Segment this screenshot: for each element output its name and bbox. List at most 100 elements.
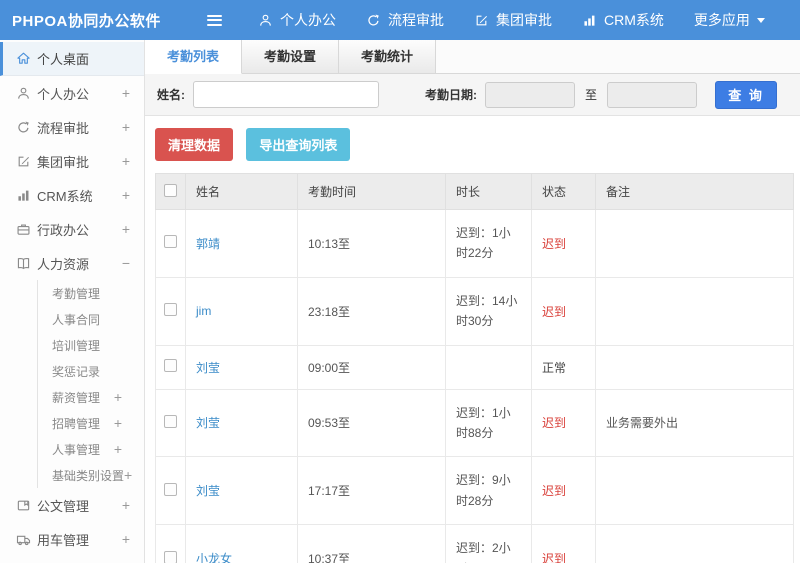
export-list-button[interactable]: 导出查询列表	[246, 128, 351, 161]
attendance-time-cell: 17:17至	[297, 456, 446, 526]
employee-name-link[interactable]: 刘莹	[196, 484, 220, 498]
remark-cell	[595, 209, 794, 278]
app-window: PHPOA协同办公软件 个人办公 流程审批 集团审批 CRM系统 更多应用 个人…	[0, 0, 800, 563]
date-to-input[interactable]	[607, 81, 698, 108]
expander-icon[interactable]: +	[124, 468, 132, 482]
sidebar-item[interactable]: 考勤管理	[37, 280, 144, 306]
row-checkbox[interactable]	[164, 303, 177, 317]
sidebar-item-label: 用车管理	[37, 532, 90, 548]
chart-icon	[16, 188, 37, 203]
remark-cell	[595, 344, 794, 390]
sidebar-item[interactable]: 基础类别设置 +	[37, 462, 144, 488]
sidebar-item[interactable]: 个人办公 +	[0, 76, 144, 110]
expander-icon[interactable]: +	[122, 498, 130, 512]
expander-icon[interactable]: −	[122, 256, 130, 270]
top-menu-item[interactable]: 个人办公	[258, 10, 336, 30]
sidebar-item[interactable]: 用车管理 +	[0, 522, 144, 556]
tab-label: 考勤设置	[264, 49, 317, 64]
expander-icon[interactable]: +	[114, 390, 122, 404]
expander-icon[interactable]: +	[114, 442, 122, 456]
status-text: 迟到	[542, 236, 567, 251]
attendance-table: 姓名 考勤时间 时长 状态 备注 郭靖 10:13至 迟到：1小时22分 迟到 …	[155, 173, 794, 563]
doc-icon	[16, 498, 37, 513]
sidebar-item[interactable]: 人事合同	[37, 306, 144, 332]
sidebar-item-label: 人事合同	[52, 312, 101, 327]
row-checkbox[interactable]	[164, 414, 177, 428]
top-menu-item[interactable]: 流程审批	[366, 10, 444, 30]
top-menu: 个人办公 流程审批 集团审批 CRM系统 更多应用	[258, 10, 795, 30]
app-title: PHPOA协同办公软件	[12, 12, 161, 30]
column-header-time: 考勤时间	[297, 173, 446, 210]
sidebar-item-label: 奖惩记录	[52, 364, 101, 379]
status-text: 正常	[542, 360, 567, 375]
column-header-status: 状态	[531, 173, 596, 210]
status-text: 迟到	[542, 484, 567, 499]
sidebar-item[interactable]: 招聘管理 +	[37, 410, 144, 436]
expander-icon[interactable]: +	[122, 532, 130, 546]
employee-name-link[interactable]: 刘莹	[196, 416, 220, 430]
date-from-input[interactable]	[485, 81, 575, 108]
chart-icon	[582, 13, 597, 28]
expander-icon[interactable]: +	[122, 188, 130, 202]
employee-name-link[interactable]: 小龙女	[196, 552, 232, 563]
attendance-time-cell: 09:53至	[297, 388, 446, 458]
menu-toggle-icon[interactable]	[205, 8, 224, 32]
tab-label: 考勤统计	[361, 49, 414, 64]
clean-data-button[interactable]: 清理数据	[155, 128, 234, 161]
sidebar-item[interactable]: 培训管理	[37, 332, 144, 358]
name-input[interactable]	[193, 81, 379, 108]
sidebar-item[interactable]: CRM系统 +	[0, 178, 144, 212]
top-menu-item[interactable]: 更多应用	[694, 10, 765, 30]
top-menu-item[interactable]: 集团审批	[474, 10, 552, 30]
sidebar-item[interactable]: 集团审批 +	[0, 144, 144, 178]
attendance-time-cell: 09:00至	[297, 344, 446, 390]
status-text: 迟到	[542, 304, 567, 319]
column-header-remark: 备注	[595, 173, 794, 210]
menu-item-label: CRM系统	[604, 12, 664, 28]
row-checkbox[interactable]	[164, 235, 177, 249]
employee-name-link[interactable]: 郭靖	[196, 237, 220, 251]
table-row: jim 23:18至 迟到：14小时30分 迟到	[155, 276, 794, 346]
row-checkbox[interactable]	[164, 359, 177, 373]
attendance-time-cell: 10:13至	[297, 209, 446, 278]
sidebar-item[interactable]: 人事管理 +	[37, 436, 144, 462]
expander-icon[interactable]: +	[122, 154, 130, 168]
sidebar-item-label: 人事管理	[52, 442, 101, 457]
sidebar-item-label: 招聘管理	[52, 416, 101, 431]
sidebar-item-label: 行政办公	[37, 222, 90, 238]
tab[interactable]: 考勤列表	[145, 40, 243, 74]
action-toolbar: 清理数据 导出查询列表	[145, 116, 800, 171]
sidebar-item[interactable]: 个人桌面	[0, 42, 144, 76]
sidebar-item[interactable]: 薪资管理 +	[37, 384, 144, 410]
sidebar-item-label: 基础类别设置	[52, 468, 125, 483]
row-checkbox[interactable]	[164, 482, 177, 496]
sidebar-item[interactable]: 流程审批 +	[0, 110, 144, 144]
select-all-checkbox[interactable]	[164, 183, 177, 197]
sidebar-item-label: 集团审批	[37, 154, 90, 170]
tab[interactable]: 考勤统计	[339, 40, 437, 73]
edit-icon	[16, 154, 37, 169]
sidebar-item[interactable]: 奖惩记录	[37, 358, 144, 384]
top-header: PHPOA协同办公软件 个人办公 流程审批 集团审批 CRM系统 更多应用	[0, 0, 800, 40]
expander-icon[interactable]: +	[114, 416, 122, 430]
sidebar-item[interactable]: 行政办公 +	[0, 212, 144, 246]
employee-name-link[interactable]: 刘莹	[196, 361, 220, 375]
employee-name-link[interactable]: jim	[196, 304, 211, 318]
sidebar-item[interactable]: 公文管理 +	[0, 488, 144, 522]
remark-cell	[595, 524, 794, 563]
tab[interactable]: 考勤设置	[242, 40, 340, 73]
search-bar: 姓名: 考勤日期: 至 查 询	[145, 74, 800, 116]
sidebar-item[interactable]: 人力资源 −	[0, 246, 144, 280]
query-button[interactable]: 查 询	[715, 80, 778, 109]
attendance-time-cell: 10:37至	[297, 524, 446, 563]
truck-icon	[16, 532, 37, 547]
row-checkbox[interactable]	[164, 550, 177, 563]
expander-icon[interactable]: +	[122, 222, 130, 236]
user-icon	[258, 13, 273, 28]
remark-cell: 业务需要外出	[595, 388, 794, 458]
top-menu-item[interactable]: CRM系统	[582, 10, 664, 30]
column-header-duration: 时长	[445, 173, 532, 210]
expander-icon[interactable]: +	[122, 86, 130, 100]
sidebar-item-label: 流程审批	[37, 120, 90, 136]
expander-icon[interactable]: +	[122, 120, 130, 134]
